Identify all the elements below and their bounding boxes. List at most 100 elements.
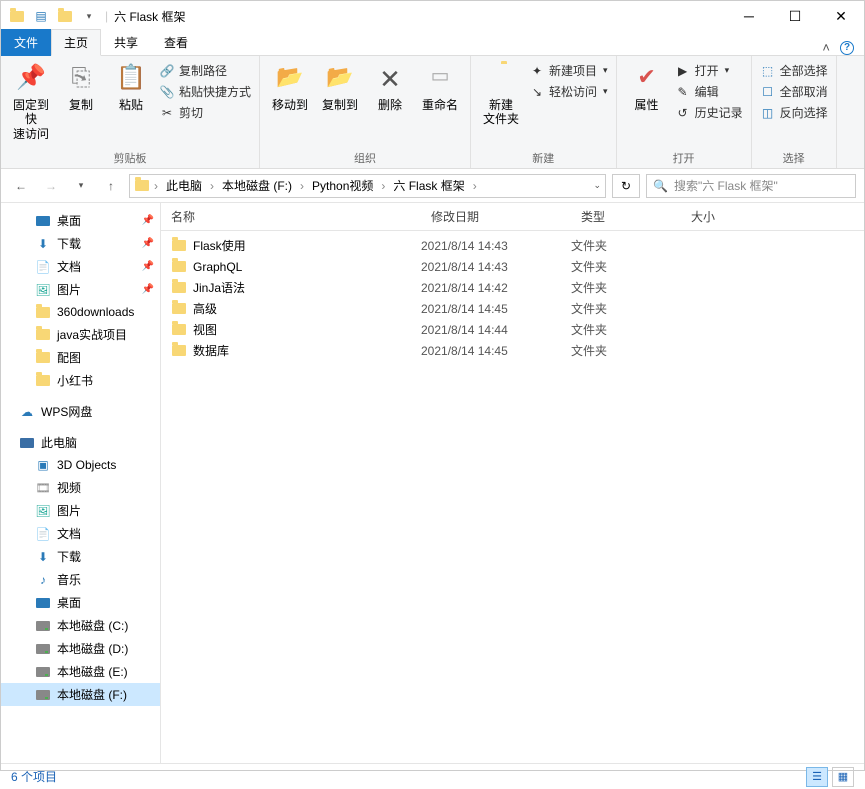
chevron-right-icon[interactable]: ›: [298, 179, 306, 193]
qat-dropdown-icon[interactable]: ▾: [81, 8, 97, 24]
nav-item[interactable]: 360downloads: [1, 301, 160, 323]
folder-icon: [171, 259, 187, 275]
pc-icon: [19, 435, 35, 451]
nav-item[interactable]: 桌面: [1, 591, 160, 614]
col-type[interactable]: 类型: [571, 208, 681, 225]
history-icon: ↺: [675, 105, 691, 121]
nav-item[interactable]: ⬇下载📌: [1, 232, 160, 255]
forward-button[interactable]: →: [39, 174, 63, 198]
pin-quick-access-button[interactable]: 📌固定到快 速访问: [9, 60, 53, 145]
move-to-button[interactable]: 📂移动到: [268, 60, 312, 116]
status-bar: 6 个项目 ☰ ▦: [1, 763, 864, 789]
nav-item[interactable]: 本地磁盘 (F:): [1, 683, 160, 706]
nav-item[interactable]: 配图: [1, 346, 160, 369]
nav-item[interactable]: ▣3D Objects: [1, 454, 160, 476]
nav-item[interactable]: 📄文档: [1, 522, 160, 545]
crumb-thispc[interactable]: 此电脑: [162, 177, 206, 194]
cut-button[interactable]: ✂剪切: [159, 104, 251, 121]
nav-item[interactable]: 🖼图片📌: [1, 278, 160, 301]
view-details-button[interactable]: ☰: [806, 767, 828, 787]
nav-item[interactable]: 本地磁盘 (D:): [1, 637, 160, 660]
edit-icon: ✎: [675, 84, 691, 100]
folder-icon: [35, 304, 51, 320]
tab-share[interactable]: 共享: [101, 29, 151, 56]
nav-thispc[interactable]: 此电脑: [1, 431, 160, 454]
disk-icon: [35, 687, 51, 703]
new-item-button[interactable]: ✦新建项目▾: [529, 62, 608, 79]
nav-item[interactable]: 🖼图片: [1, 499, 160, 522]
nav-item[interactable]: ⬇下载: [1, 545, 160, 568]
copy-path-button[interactable]: 🔗复制路径: [159, 62, 251, 79]
cloud-icon: ☁: [19, 404, 35, 420]
file-row[interactable]: GraphQL2021/8/14 14:43文件夹: [161, 256, 864, 277]
copy-button[interactable]: ⎘复制: [59, 60, 103, 116]
easy-access-button[interactable]: ↘轻松访问▾: [529, 83, 608, 100]
nav-item[interactable]: 本地磁盘 (E:): [1, 660, 160, 683]
folder-icon: [171, 238, 187, 254]
select-none-button[interactable]: ☐全部取消: [760, 83, 828, 100]
file-list: Flask使用2021/8/14 14:43文件夹GraphQL2021/8/1…: [161, 231, 864, 763]
edit-button[interactable]: ✎编辑: [675, 83, 743, 100]
desktop-icon: [35, 595, 51, 611]
ribbon-collapse-icon[interactable]: ˄: [822, 40, 830, 55]
col-name[interactable]: 名称: [161, 208, 421, 225]
back-button[interactable]: ←: [9, 174, 33, 198]
nav-item[interactable]: 🎞视频: [1, 476, 160, 499]
view-icons-button[interactable]: ▦: [832, 767, 854, 787]
up-button[interactable]: ↑: [99, 174, 123, 198]
chevron-right-icon[interactable]: ›: [208, 179, 216, 193]
nav-item[interactable]: 本地磁盘 (C:): [1, 614, 160, 637]
chevron-right-icon[interactable]: ›: [152, 179, 160, 193]
file-row[interactable]: 视图2021/8/14 14:44文件夹: [161, 319, 864, 340]
tab-home[interactable]: 主页: [51, 29, 101, 56]
search-input[interactable]: 🔍 搜索"六 Flask 框架": [646, 174, 856, 198]
new-folder-button[interactable]: 新建 文件夹: [479, 60, 523, 131]
delete-button[interactable]: ✕删除: [368, 60, 412, 116]
crumb-folder1[interactable]: Python视频: [308, 177, 377, 194]
recent-dropdown[interactable]: ▾: [69, 174, 93, 198]
select-all-button[interactable]: ⬚全部选择: [760, 62, 828, 79]
file-row[interactable]: 数据库2021/8/14 14:45文件夹: [161, 340, 864, 361]
download-icon: ⬇: [35, 549, 51, 565]
delete-icon: ✕: [374, 64, 406, 96]
nav-item[interactable]: 桌面📌: [1, 209, 160, 232]
shortcut-icon: 📎: [159, 84, 175, 100]
qat-properties-icon[interactable]: ▤: [33, 8, 49, 24]
file-row[interactable]: Flask使用2021/8/14 14:43文件夹: [161, 235, 864, 256]
nav-item[interactable]: java实战项目: [1, 323, 160, 346]
nav-item[interactable]: 小红书: [1, 369, 160, 392]
breadcrumb[interactable]: › 此电脑 › 本地磁盘 (F:) › Python视频 › 六 Flask 框…: [129, 174, 606, 198]
nav-item[interactable]: 📄文档📌: [1, 255, 160, 278]
chevron-right-icon[interactable]: ›: [379, 179, 387, 193]
col-size[interactable]: 大小: [681, 208, 864, 225]
maximize-button[interactable]: ☐: [772, 1, 818, 31]
tab-file[interactable]: 文件: [1, 29, 51, 56]
properties-button[interactable]: ✔属性: [625, 60, 669, 116]
open-button[interactable]: ▶打开▾: [675, 62, 743, 79]
file-row[interactable]: 高级2021/8/14 14:45文件夹: [161, 298, 864, 319]
nav-item[interactable]: ♪音乐: [1, 568, 160, 591]
minimize-button[interactable]: ─: [726, 1, 772, 31]
pin-icon: 📌: [142, 215, 154, 226]
crumb-drive[interactable]: 本地磁盘 (F:): [218, 177, 296, 194]
history-button[interactable]: ↺历史记录: [675, 104, 743, 121]
file-row[interactable]: JinJa语法2021/8/14 14:42文件夹: [161, 277, 864, 298]
paste-shortcut-button[interactable]: 📎粘贴快捷方式: [159, 83, 251, 100]
close-button[interactable]: ✕: [818, 1, 864, 31]
folder-icon: [57, 8, 73, 24]
group-label-select: 选择: [783, 148, 805, 166]
help-icon[interactable]: ?: [840, 41, 854, 55]
rename-button[interactable]: ▭重命名: [418, 60, 462, 116]
chevron-right-icon[interactable]: ›: [471, 179, 479, 193]
refresh-button[interactable]: ↻: [612, 174, 640, 198]
copy-to-button[interactable]: 📂复制到: [318, 60, 362, 116]
group-label-clipboard: 剪贴板: [114, 148, 147, 166]
crumb-folder2[interactable]: 六 Flask 框架: [389, 177, 468, 194]
invert-select-button[interactable]: ◫反向选择: [760, 104, 828, 121]
address-dropdown-icon[interactable]: ⌄: [593, 180, 601, 191]
tab-view[interactable]: 查看: [151, 29, 201, 56]
paste-button[interactable]: 📋粘贴: [109, 60, 153, 116]
col-date[interactable]: 修改日期: [421, 208, 571, 225]
pin-icon: 📌: [142, 261, 154, 272]
nav-wps[interactable]: ☁WPS网盘: [1, 400, 160, 423]
